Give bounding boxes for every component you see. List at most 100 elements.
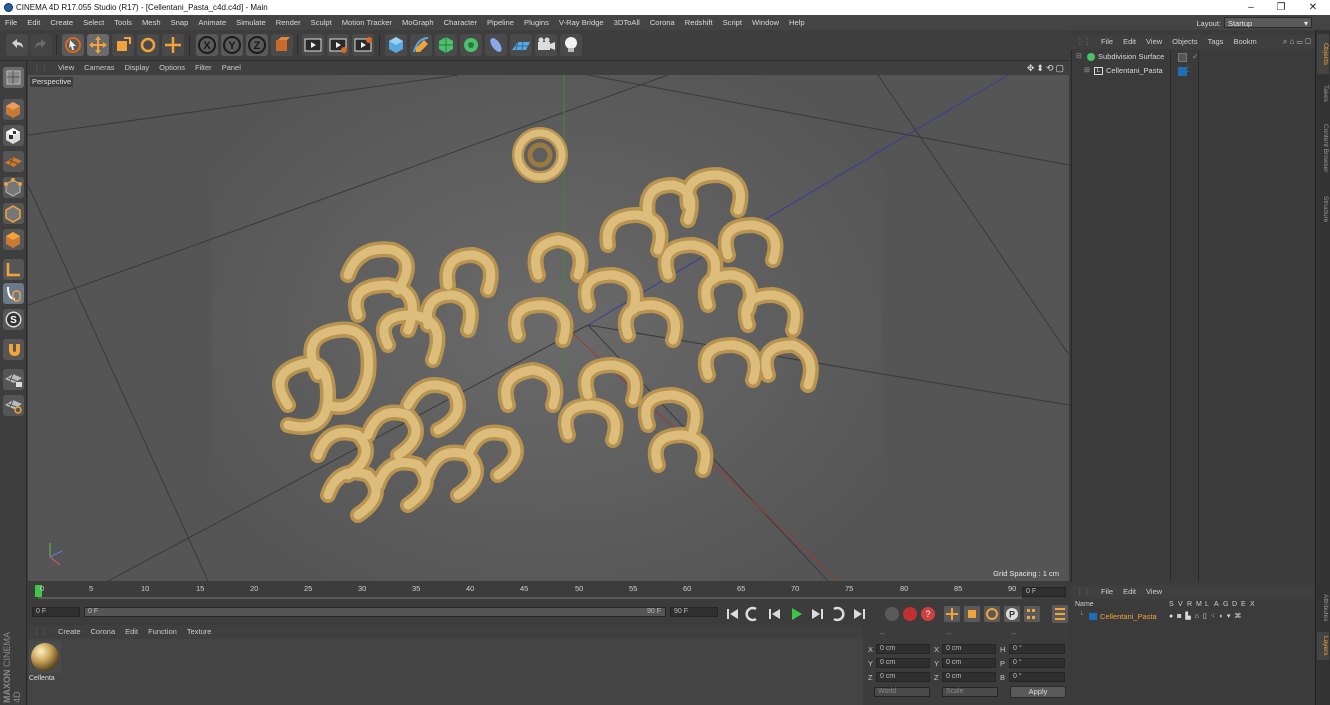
layers-menu-edit[interactable]: Edit [1118, 585, 1141, 599]
move-tool-icon[interactable] [87, 34, 109, 56]
polygons-mode-icon[interactable] [3, 229, 24, 250]
menu-sculpt[interactable]: Sculpt [306, 15, 337, 30]
rotation-b-field[interactable]: 0 ° [1009, 672, 1065, 682]
position-x-field[interactable]: 0 cm [876, 644, 930, 654]
tab-structure[interactable]: Structure [1317, 188, 1329, 230]
scale-tool-icon[interactable] [112, 34, 134, 56]
viewport-menu-options[interactable]: Options [154, 61, 190, 75]
zoom-icon[interactable]: ⬍ [1036, 63, 1046, 73]
material-menu-function[interactable]: Function [143, 625, 182, 639]
floor-icon[interactable] [510, 34, 532, 56]
apply-button[interactable]: Apply [1010, 686, 1066, 698]
expand-icon[interactable]: ⊟ [1076, 52, 1082, 60]
menu-3dtoall[interactable]: 3DToAll [609, 15, 645, 30]
menu-tools[interactable]: Tools [109, 15, 137, 30]
next-frame-icon[interactable] [812, 609, 823, 619]
texture-mode-icon[interactable] [3, 125, 24, 146]
objects-menu-bookmarks[interactable]: Bookm [1228, 35, 1261, 49]
menu-simulate[interactable]: Simulate [231, 15, 271, 30]
perspective-viewport[interactable]: Perspective Grid Spacing : 1 cm [28, 75, 1069, 581]
menu-corona[interactable]: Corona [645, 15, 680, 30]
layer-toggle-icons[interactable]: ● ◙ ▙ ⌂ ▯ ⁖ ◗ ▾ ⌘ [1169, 612, 1242, 620]
objects-menu-tags[interactable]: Tags [1203, 35, 1229, 49]
undo-icon[interactable] [6, 34, 28, 56]
viewport-menu-cameras[interactable]: Cameras [79, 61, 119, 75]
menu-window[interactable]: Window [747, 15, 784, 30]
menu-file[interactable]: File [0, 15, 22, 30]
objects-menu-objects[interactable]: Objects [1167, 35, 1202, 49]
model-mode-icon[interactable] [3, 99, 24, 120]
lock-workplane-icon[interactable] [3, 369, 24, 390]
minimize-button[interactable]: – [1236, 0, 1266, 15]
menu-create[interactable]: Create [45, 15, 78, 30]
viewport-menu-view[interactable]: View [53, 61, 79, 75]
viewport-menu-panel[interactable]: Panel [217, 61, 246, 75]
points-mode-icon[interactable] [3, 177, 24, 198]
menu-render[interactable]: Render [271, 15, 306, 30]
menu-redshift[interactable]: Redshift [680, 15, 718, 30]
render-view-icon[interactable] [302, 34, 324, 56]
x-axis-icon[interactable]: X [196, 34, 218, 56]
expand-icon[interactable]: ⊞ [1084, 66, 1090, 74]
workplane-icon[interactable] [3, 151, 24, 172]
size-z-field[interactable]: 0 cm [942, 672, 996, 682]
visibility-dots-icon[interactable]: ⁚ [1187, 66, 1189, 74]
key-point-level-icon[interactable] [1024, 606, 1040, 622]
layer-color-swatch[interactable] [1089, 613, 1097, 620]
viewport-menu-display[interactable]: Display [120, 61, 155, 75]
tab-attributes[interactable]: Attributes [1317, 588, 1329, 628]
redo-icon[interactable] [30, 34, 52, 56]
menu-animate[interactable]: Animate [193, 15, 231, 30]
previous-key-icon[interactable] [745, 606, 757, 622]
tab-takes[interactable]: Takes [1317, 78, 1329, 108]
next-key-icon[interactable] [833, 606, 845, 622]
go-to-end-icon[interactable] [854, 609, 865, 619]
layer-row-cellentani-pasta[interactable]: └ Cellentani_Pasta ● ◙ ▙ ⌂ ▯ ⁖ ◗ ▾ ⌘ [1071, 612, 1315, 622]
menu-mesh[interactable]: Mesh [137, 15, 166, 30]
menu-mograph[interactable]: MoGraph [397, 15, 439, 30]
timeline-ruler[interactable]: 0 5 10 15 20 25 30 35 40 45 50 55 60 65 … [28, 582, 1070, 602]
menu-pipeline[interactable]: Pipeline [482, 15, 519, 30]
coordinate-system-icon[interactable] [271, 34, 293, 56]
menu-help[interactable]: Help [784, 15, 810, 30]
edges-mode-icon[interactable] [3, 203, 24, 224]
light-icon[interactable] [560, 34, 582, 56]
scale-mode-dropdown[interactable]: Scale [942, 687, 998, 697]
camera-icon[interactable] [535, 34, 557, 56]
z-axis-icon[interactable]: Z [246, 34, 268, 56]
pen-spline-icon[interactable] [410, 34, 432, 56]
rotation-h-field[interactable]: 0 ° [1009, 644, 1065, 654]
material-menu-edit[interactable]: Edit [120, 625, 143, 639]
objects-menu-file[interactable]: File [1096, 35, 1118, 49]
viewport-nav-icons[interactable]: ✥⬍⟲▢ [1027, 61, 1066, 75]
position-z-field[interactable]: 0 cm [876, 672, 930, 682]
end-frame-field[interactable]: 90 F [670, 607, 718, 617]
previous-frame-icon[interactable] [769, 609, 780, 619]
layer-name[interactable]: Cellentani_Pasta [1100, 612, 1157, 621]
tab-content-browser[interactable]: Content Browser [1317, 112, 1329, 184]
render-settings-icon[interactable] [352, 34, 374, 56]
menu-vray-bridge[interactable]: V-Ray Bridge [554, 15, 609, 30]
menu-plugins[interactable]: Plugins [519, 15, 554, 30]
layer-icon[interactable] [1178, 53, 1187, 62]
menu-snap[interactable]: Snap [166, 15, 194, 30]
tab-objects[interactable]: Objects [1317, 34, 1329, 74]
object-row-cellentani-pasta[interactable]: ⊞ L Cellentani_Pasta ⁚ [1072, 66, 1316, 77]
menu-select[interactable]: Select [78, 15, 109, 30]
layers-menu-file[interactable]: File [1096, 585, 1118, 599]
material-menu-create[interactable]: Create [53, 625, 86, 639]
layers-menu-view[interactable]: View [1141, 585, 1167, 599]
layer-color-icon[interactable] [1178, 67, 1187, 76]
objects-menu-view[interactable]: View [1141, 35, 1167, 49]
layout-dropdown[interactable]: Startup [1224, 17, 1312, 29]
planar-workplane-icon[interactable] [3, 395, 24, 416]
start-frame-field[interactable]: 0 F [32, 607, 80, 617]
material-menu-corona[interactable]: Corona [86, 625, 121, 639]
position-y-field[interactable]: 0 cm [876, 658, 930, 668]
object-search-icon[interactable]: ⌕ ⌂ ▭ ▢ [1283, 35, 1311, 49]
go-to-start-icon[interactable] [727, 609, 738, 619]
coordinate-mode-dropdown[interactable]: World [874, 687, 930, 697]
pan-icon[interactable]: ✥ [1027, 63, 1037, 73]
maximize-button[interactable]: ❐ [1266, 0, 1296, 15]
menu-edit[interactable]: Edit [22, 15, 45, 30]
